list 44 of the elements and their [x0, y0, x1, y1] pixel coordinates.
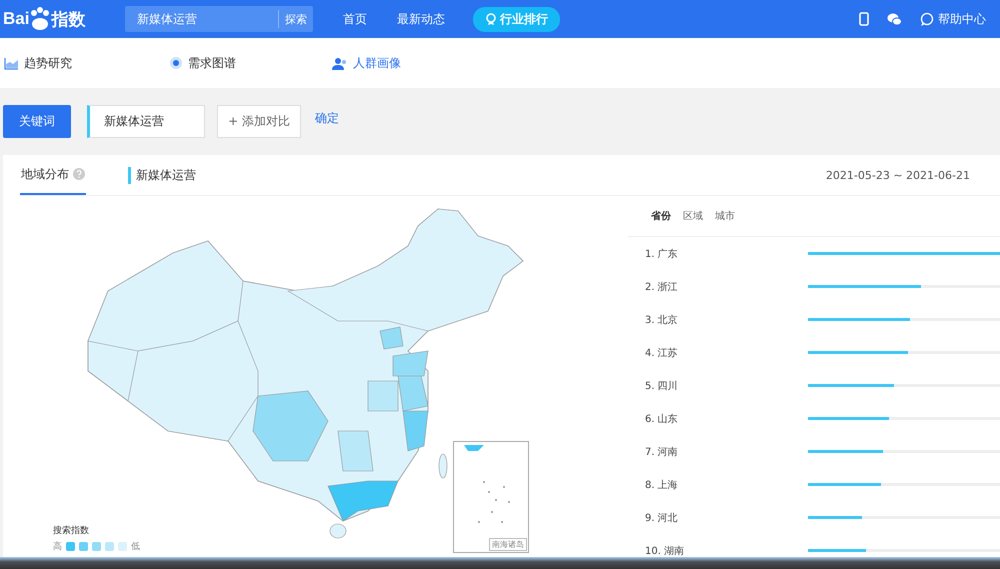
ranking-tab[interactable]: 省份	[651, 209, 671, 223]
ranking-tab[interactable]: 城市	[715, 209, 735, 223]
province-name: 2. 浙江	[645, 280, 679, 294]
legend-scale	[66, 542, 127, 551]
province-name: 1. 广东	[645, 248, 679, 260]
explore-button[interactable]: 探索	[278, 10, 313, 28]
phone-icon[interactable]	[859, 12, 869, 26]
ranking-tab[interactable]: 区域	[683, 209, 703, 223]
subnav-tab[interactable]: 人群画像	[332, 54, 401, 72]
paw-icon	[29, 7, 52, 31]
legend-label: 高	[53, 540, 62, 553]
date-range[interactable]: 2021-05-23 ~ 2021-06-21	[826, 168, 1000, 182]
chat-bubbles-icon[interactable]	[887, 12, 902, 26]
subnav-tab[interactable]: 需求图谱	[169, 54, 332, 72]
inset-label: 南海诸岛	[489, 538, 527, 551]
help-icon	[73, 168, 85, 180]
legend-label: 低	[131, 541, 140, 553]
province-name: 3. 北京	[645, 314, 679, 326]
series-label: 新媒体运营	[128, 166, 196, 184]
add-compare-button[interactable]: + 添加对比	[217, 105, 301, 138]
nav-link[interactable]: 首页	[343, 10, 367, 28]
nav-link[interactable]: 最新动态	[397, 10, 445, 28]
legend-title: 搜索指数	[53, 524, 90, 537]
province-name: 4. 江苏	[645, 346, 679, 360]
province-name: 10. 湖南	[645, 544, 686, 558]
province-name: 9. 河北	[645, 512, 679, 524]
logo-text: Bai	[3, 9, 30, 29]
province-name: 7. 河南	[645, 446, 679, 458]
help-link[interactable]: 帮助中心	[920, 10, 986, 28]
people-icon	[332, 56, 348, 70]
subnav-tab[interactable]: 趋势研究	[0, 54, 169, 72]
badge-icon	[485, 13, 497, 25]
province-name: 6. 山东	[645, 412, 679, 426]
logo-text: 指数	[51, 8, 86, 30]
keyword-tab[interactable]: 关键词	[3, 105, 71, 138]
confirm-link[interactable]: 确定	[315, 110, 339, 127]
region-tab[interactable]: 地域分布	[20, 155, 86, 195]
chart-icon	[4, 56, 19, 70]
province-name: 5. 四川	[645, 380, 679, 392]
keyword-field[interactable]: 新媒体运营	[87, 105, 205, 138]
search-field[interactable]: 新媒体运营 探索	[125, 6, 313, 32]
province-name: 8. 上海	[645, 478, 679, 492]
target-icon	[169, 56, 183, 70]
chat-bubble-icon	[920, 12, 934, 26]
